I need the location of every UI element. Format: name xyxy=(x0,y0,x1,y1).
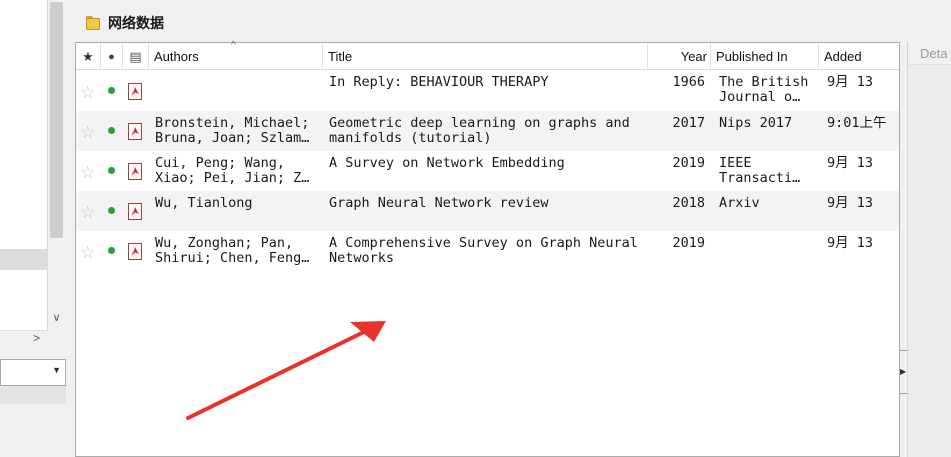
cell-authors: Wu, Zonghan; Pan, Shirui; Chen, Feng… xyxy=(155,236,310,266)
cell-year: 1966 xyxy=(672,75,705,90)
table-row[interactable]: ☆ Cui, Peng; Wang, Xiao; Pei, Jian; Z… A… xyxy=(76,151,899,191)
collapse-arrow-icon[interactable]: ▶ xyxy=(900,367,906,376)
cell-added: 9月 13 xyxy=(827,156,874,171)
item-detail-panel: Deta ▶ xyxy=(900,42,951,457)
pdf-icon[interactable] xyxy=(128,163,142,180)
cell-added: 9月 13 xyxy=(827,196,874,211)
year-column-header[interactable]: Year xyxy=(648,43,711,70)
cell-title: A Comprehensive Survey on Graph Neural N… xyxy=(329,236,638,266)
collection-header: 网络数据 xyxy=(80,10,164,36)
read-status-icon[interactable] xyxy=(108,207,115,214)
pdf-icon[interactable] xyxy=(128,243,142,260)
pane-splitter[interactable]: ▶ xyxy=(900,350,907,394)
cell-authors: Cui, Peng; Wang, Xiao; Pei, Jian; Z… xyxy=(155,156,310,186)
table-row[interactable]: ☆ Bronstein, Michael; Bruna, Joan; Szlam… xyxy=(76,111,899,151)
read-status-icon[interactable] xyxy=(108,247,115,254)
scroll-down-icon[interactable]: ∨ xyxy=(48,310,65,327)
star-icon[interactable]: ☆ xyxy=(80,244,95,261)
collection-title: 网络数据 xyxy=(108,16,164,32)
cell-title: In Reply: BEHAVIOUR THERAPY xyxy=(329,75,549,90)
star-column-header[interactable]: ★ xyxy=(76,43,101,70)
detail-pane xyxy=(907,65,951,457)
cell-year: 2019 xyxy=(672,236,705,251)
sort-ascending-icon: ^ xyxy=(231,40,236,51)
items-table[interactable]: ★ ● ▤ Authors Title Year Published In Ad… xyxy=(75,40,900,457)
cell-published-in: Nips 2017 xyxy=(719,116,793,131)
read-status-icon[interactable] xyxy=(108,87,115,94)
published-in-column-header[interactable]: Published In xyxy=(711,43,819,70)
scroll-right-icon[interactable]: > xyxy=(28,330,45,347)
star-icon[interactable]: ☆ xyxy=(80,204,95,221)
table-row[interactable]: ☆ Wu, Zonghan; Pan, Shirui; Chen, Feng… … xyxy=(76,231,899,271)
pdf-icon[interactable] xyxy=(128,123,142,140)
table-row[interactable]: ☆ In Reply: BEHAVIOUR THERAPY 1966 The B… xyxy=(76,71,899,111)
collection-tree-vertical-scrollbar[interactable] xyxy=(48,0,65,330)
authors-column-header[interactable]: Authors xyxy=(149,43,323,70)
star-icon[interactable]: ☆ xyxy=(80,124,95,141)
attachment-column-header[interactable]: ▤ xyxy=(123,43,149,70)
collections-panel: ∨ > ▼ xyxy=(0,0,68,457)
cell-added: 9:01上午 xyxy=(827,116,887,131)
cell-published-in: The British Journal o… xyxy=(719,75,809,105)
cell-title: Geometric deep learning on graphs and ma… xyxy=(329,116,630,146)
collection-tree-selected-row[interactable] xyxy=(0,249,48,270)
cell-year: 2019 xyxy=(672,156,705,171)
detail-tab[interactable]: Deta xyxy=(907,42,951,65)
cell-published-in: IEEE Transacti… xyxy=(719,156,801,186)
cell-published-in: Arxiv xyxy=(719,196,760,211)
cell-title: A Survey on Network Embedding xyxy=(329,156,565,171)
pdf-icon[interactable] xyxy=(128,203,142,220)
tag-selector-dropdown[interactable]: ▼ xyxy=(0,359,66,386)
cell-added: 9月 13 xyxy=(827,236,874,251)
added-column-header[interactable]: Added xyxy=(819,43,899,70)
cell-year: 2017 xyxy=(672,116,705,131)
scrollbar-thumb[interactable] xyxy=(50,2,63,238)
star-icon[interactable]: ☆ xyxy=(80,84,95,101)
collection-tree[interactable] xyxy=(0,0,48,330)
star-icon[interactable]: ☆ xyxy=(80,164,95,181)
column-header-row: ★ ● ▤ Authors Title Year Published In Ad… xyxy=(76,40,899,70)
cell-title: Graph Neural Network review xyxy=(329,196,549,211)
cell-authors: Bronstein, Michael; Bruna, Joan; Szlam… xyxy=(155,116,310,146)
cell-year: 2018 xyxy=(672,196,705,211)
tag-selector-strip xyxy=(0,386,66,404)
chevron-down-icon[interactable]: ▼ xyxy=(52,365,61,375)
title-column-header[interactable]: Title xyxy=(323,43,648,70)
read-status-icon[interactable] xyxy=(108,167,115,174)
pdf-icon[interactable] xyxy=(128,83,142,100)
read-status-icon[interactable] xyxy=(108,127,115,134)
cell-added: 9月 13 xyxy=(827,75,874,90)
table-row[interactable]: ☆ Wu, Tianlong Graph Neural Network revi… xyxy=(76,191,899,231)
read-status-column-header[interactable]: ● xyxy=(101,43,123,70)
cell-authors: Wu, Tianlong xyxy=(155,196,253,211)
folder-icon xyxy=(86,16,102,30)
